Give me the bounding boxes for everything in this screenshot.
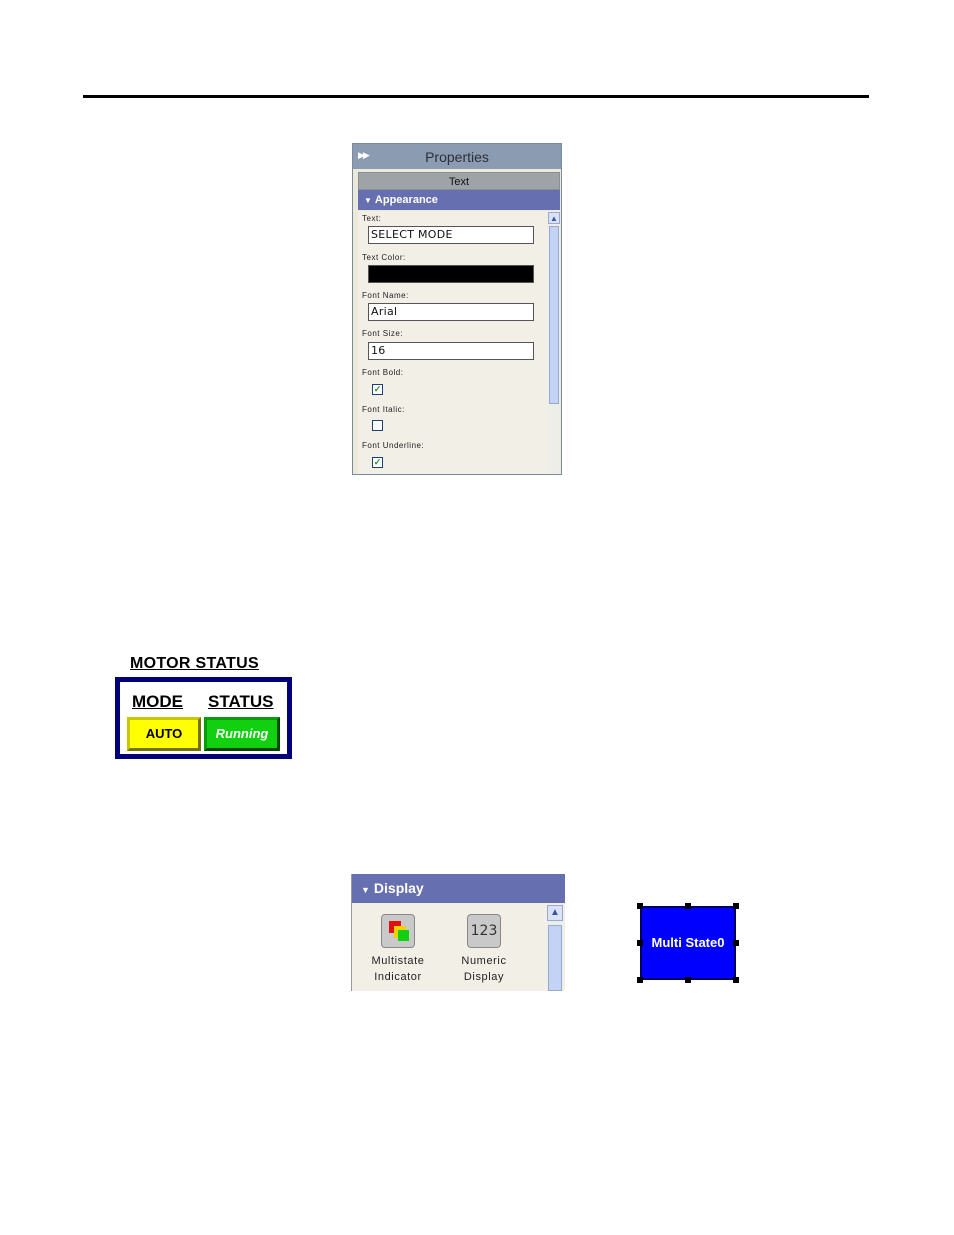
font-italic-label: Font Italic: — [362, 405, 405, 414]
properties-panel: ▶▶ Properties Text ▼ Appearance Text: SEL… — [352, 143, 562, 475]
property-list: Text: SELECT MODE Text Color: Font Name:… — [358, 211, 560, 474]
mode-header: MODE — [132, 692, 183, 711]
font-underline-label: Font Underline: — [362, 441, 425, 450]
resize-handle-ne[interactable] — [733, 903, 739, 909]
text-label: Text: — [362, 214, 382, 223]
appearance-section-header[interactable]: ▼ Appearance — [358, 190, 560, 210]
tab-text[interactable]: Text — [358, 172, 560, 190]
text-input[interactable]: SELECT MODE — [368, 226, 534, 244]
properties-body: Text ▼ Appearance Text: SELECT MODE Text … — [358, 172, 560, 474]
multistate-indicator-icon — [381, 914, 415, 948]
collapse-panel-icon[interactable]: ▶▶ — [358, 150, 370, 161]
display-section-label: Display — [373, 880, 424, 896]
text-color-swatch[interactable] — [368, 265, 534, 283]
numeric-display-label-1: Numeric — [461, 955, 507, 967]
appearance-section-label: Appearance — [374, 194, 438, 206]
status-indicator: Running — [204, 717, 280, 751]
display-section-header[interactable]: ▼ Display — [352, 874, 565, 903]
resize-handle-w[interactable] — [637, 940, 643, 946]
display-palette: ▼ Display Multistate Indicator 123 Numeric… — [351, 874, 565, 991]
numeric-display-icon-text: 123 — [470, 923, 498, 939]
numeric-display-label-2: Display — [463, 971, 505, 983]
property-scrollbar[interactable]: ▲ — [548, 212, 560, 474]
checkmark-icon: ✓ — [373, 384, 382, 394]
resize-handle-s[interactable] — [685, 977, 691, 983]
multistate-object[interactable]: Multi State0 — [637, 903, 739, 983]
resize-handle-nw[interactable] — [637, 903, 643, 909]
status-header: STATUS — [208, 692, 274, 711]
font-underline-checkbox[interactable]: ✓ — [372, 457, 383, 468]
multistate-indicator-label-2: Indicator — [374, 971, 422, 983]
resize-handle-se[interactable] — [733, 977, 739, 983]
motor-status-title: MOTOR STATUS — [130, 655, 259, 672]
resize-handle-e[interactable] — [733, 940, 739, 946]
display-scrollbar[interactable]: ▲ — [547, 905, 563, 991]
properties-header: ▶▶ Properties — [353, 144, 561, 169]
scroll-up-icon[interactable]: ▲ — [548, 212, 560, 224]
resize-handle-sw[interactable] — [637, 977, 643, 983]
multistate-indicator-label-1: Multistate — [371, 955, 425, 967]
scrollbar-thumb[interactable] — [549, 226, 559, 404]
checkmark-icon: ✓ — [373, 457, 382, 467]
font-bold-checkbox[interactable]: ✓ — [372, 384, 383, 395]
chevron-down-icon: ▼ — [364, 196, 372, 205]
chevron-down-icon: ▼ — [361, 885, 370, 895]
multistate-indicator-tool[interactable]: Multistate Indicator — [363, 914, 433, 985]
motor-status-inner: MODE STATUS AUTO Running — [120, 682, 287, 754]
resize-handle-n[interactable] — [685, 903, 691, 909]
multistate-object-body[interactable]: Multi State0 — [640, 906, 736, 980]
properties-title: Properties — [425, 148, 489, 165]
text-color-label: Text Color: — [362, 253, 406, 262]
numeric-display-tool[interactable]: 123 Numeric Display — [449, 914, 519, 985]
scroll-up-icon[interactable]: ▲ — [547, 905, 563, 921]
font-bold-label: Font Bold: — [362, 368, 404, 377]
page-header-rule — [83, 95, 869, 98]
font-size-label: Font Size: — [362, 329, 404, 338]
mode-button[interactable]: AUTO — [127, 717, 201, 751]
scrollbar-thumb[interactable] — [548, 925, 562, 991]
font-name-input[interactable]: Arial — [368, 303, 534, 321]
numeric-display-icon: 123 — [467, 914, 501, 948]
motor-status-frame: MODE STATUS AUTO Running — [115, 677, 292, 759]
font-name-label: Font Name: — [362, 291, 409, 300]
font-size-input[interactable]: 16 — [368, 342, 534, 360]
font-italic-checkbox[interactable] — [372, 420, 383, 431]
